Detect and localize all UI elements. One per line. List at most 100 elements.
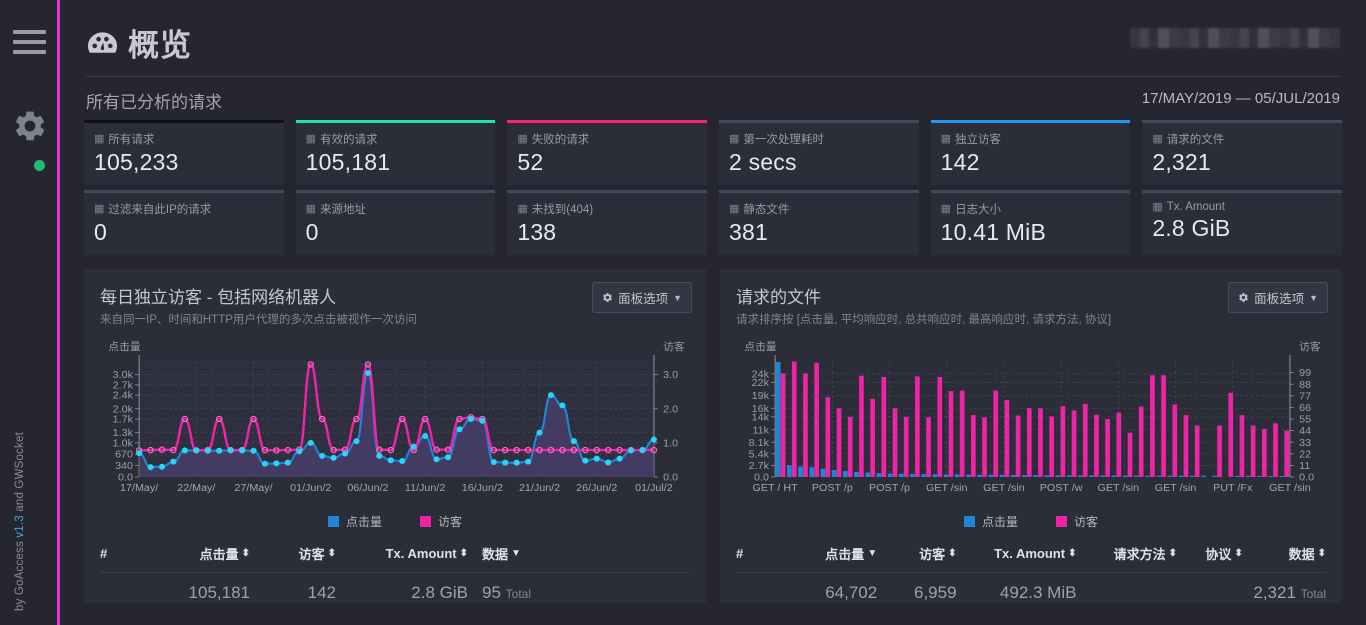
col-data[interactable]: 数据 ⬍ bbox=[1243, 544, 1326, 563]
cell-index bbox=[100, 583, 140, 603]
legend-item-hits: 点击量 bbox=[327, 513, 382, 530]
page-title-text: 概览 bbox=[128, 28, 192, 63]
table-row: 105,181 142 2.8 GiB 95 Total bbox=[100, 573, 690, 603]
stat-card-label: ▦ 第一次处理耗时 bbox=[729, 131, 909, 147]
gear-icon[interactable] bbox=[12, 108, 48, 144]
col-method[interactable]: 请求方法 ⬍ bbox=[1076, 544, 1177, 563]
stat-card-value: 0 bbox=[94, 219, 107, 246]
page-title: 概览 bbox=[86, 20, 192, 65]
svg-text:PUT /Fx: PUT /Fx bbox=[1213, 482, 1253, 494]
stat-card-value: 10.41 MiB bbox=[940, 219, 1047, 246]
col-tx-amount[interactable]: Tx. Amount ⬍ bbox=[336, 544, 468, 563]
sort-desc-icon: ▼ bbox=[867, 548, 878, 560]
svg-text:1.0k: 1.0k bbox=[113, 438, 134, 450]
overview-subheader: 所有已分析的请求 17/MAY/2019 — 05/JUL/2019 bbox=[60, 78, 1366, 120]
stat-card-label-text: 独立访客 bbox=[955, 134, 1002, 146]
chevron-down-icon: ▼ bbox=[673, 292, 682, 303]
col-tx-amount[interactable]: Tx. Amount ⬍ bbox=[957, 544, 1077, 563]
stat-card: ▦ 来源地址 0 bbox=[295, 190, 496, 256]
stat-card-value: 142 bbox=[940, 149, 980, 175]
bar-chart-icon: ▦ bbox=[517, 202, 528, 215]
dashboard-icon bbox=[87, 31, 118, 53]
cell-data: 95 Total bbox=[482, 583, 532, 603]
panel-options-button-left[interactable]: 面板选项 ▼ bbox=[592, 282, 692, 314]
svg-text:340: 340 bbox=[115, 460, 133, 472]
svg-text:POST /p: POST /p bbox=[812, 482, 853, 494]
credit-prefix: by GoAccess bbox=[14, 537, 26, 611]
svg-text:GET / HT: GET / HT bbox=[753, 482, 799, 494]
stat-card-value: 105,233 bbox=[94, 149, 179, 175]
panel-table-right: # 点击量 ▼ 访客 ⬍ Tx. Amount ⬍ 请求方法 ⬍ 协议 ⬍ 数据 ⬍ 64,… bbox=[736, 544, 1326, 603]
stat-card-label: ▦ 独立访客 bbox=[941, 131, 1121, 147]
svg-text:GET /sin: GET /sin bbox=[926, 482, 968, 494]
bar-chart-icon: ▦ bbox=[1152, 200, 1163, 213]
main-content: 概览 所有已分析的请求 17/MAY/2019 — 05/JUL/2019 ▦ 所… bbox=[60, 0, 1366, 625]
stat-card: ▦ 日志大小 10.41 MiB bbox=[930, 190, 1131, 256]
svg-text:01/Jun/2: 01/Jun/2 bbox=[290, 482, 331, 494]
overview-label: 所有已分析的请求 bbox=[86, 93, 222, 112]
stat-card-label-text: 请求的文件 bbox=[1166, 134, 1225, 146]
stat-card-value: 2,321 bbox=[1152, 149, 1211, 175]
sort-icon: ⬍ bbox=[327, 548, 336, 560]
svg-text:POST /p: POST /p bbox=[869, 482, 910, 494]
hamburger-bar bbox=[13, 40, 46, 44]
svg-text:26/Jun/2: 26/Jun/2 bbox=[576, 482, 617, 494]
svg-text:11/Jun/2: 11/Jun/2 bbox=[405, 482, 445, 494]
stat-cards: ▦ 所有请求 105,233 ▦ 有效的请求 105,181 ▦ 失败的请求 52 ▦ 第一次处理耗… bbox=[60, 120, 1366, 256]
svg-text:1.3k: 1.3k bbox=[113, 427, 134, 439]
col-hits[interactable]: 点击量 ⬍ bbox=[140, 544, 250, 563]
col-data[interactable]: 数据 ▼ bbox=[468, 544, 564, 563]
cell-visitors: 6,959 bbox=[913, 583, 957, 603]
table-header-row: # 点击量 ▼ 访客 ⬍ Tx. Amount ⬍ 请求方法 ⬍ 协议 ⬍ 数据 ⬍ bbox=[736, 544, 1326, 574]
svg-text:88: 88 bbox=[1299, 379, 1311, 391]
cell-tx-amount: 492.3 MiB bbox=[999, 583, 1077, 603]
sort-icon: ⬍ bbox=[1168, 548, 1178, 560]
col-index[interactable]: # bbox=[100, 544, 140, 563]
panel-options-label: 面板选项 bbox=[1254, 292, 1305, 307]
chart-legend-right: 点击量 访客 bbox=[720, 513, 1342, 530]
stat-card-label-text: 静态文件 bbox=[743, 204, 790, 217]
bar-chart-icon: ▦ bbox=[305, 132, 317, 145]
cell-method bbox=[1076, 583, 1177, 603]
svg-text:44: 44 bbox=[1299, 425, 1311, 437]
col-protocol[interactable]: 协议 ⬍ bbox=[1177, 544, 1242, 563]
stat-card-label-text: 失败的请求 bbox=[531, 134, 590, 146]
chart-legend-left: 点击量 访客 bbox=[84, 513, 706, 530]
svg-text:77: 77 bbox=[1299, 391, 1311, 403]
col-visitors[interactable]: 访客 ⬍ bbox=[877, 544, 956, 563]
legend-label-hits: 点击量 bbox=[981, 515, 1018, 530]
gear-icon bbox=[603, 293, 612, 303]
stat-card-label-text: 有效的请求 bbox=[320, 134, 378, 146]
panel-header: 请求的文件 请求排序按 [点击量, 平均响应时, 总共响应时, 最高响应时, 请… bbox=[720, 269, 1342, 333]
hamburger-bar bbox=[13, 50, 46, 54]
stat-card-value: 52 bbox=[517, 149, 544, 175]
bar-chart-icon: ▦ bbox=[305, 202, 317, 215]
col-index[interactable]: # bbox=[736, 544, 777, 563]
stat-card-label-text: 所有请求 bbox=[108, 134, 155, 146]
legend-label-hits: 点击量 bbox=[345, 515, 382, 530]
stat-card-label: ▦ 日志大小 bbox=[941, 201, 1121, 217]
col-visitors[interactable]: 访客 ⬍ bbox=[250, 544, 336, 563]
stat-card-label: ▦ 有效的请求 bbox=[306, 131, 486, 147]
cell-data: 2,321 Total bbox=[1253, 583, 1327, 603]
bar-chart-icon: ▦ bbox=[729, 132, 740, 145]
stat-card-label: ▦ 所有请求 bbox=[94, 131, 274, 147]
legend-swatch-hits bbox=[327, 516, 339, 528]
panel-requested-files: 请求的文件 请求排序按 [点击量, 平均响应时, 总共响应时, 最高响应时, 请… bbox=[720, 269, 1342, 604]
svg-text:GET /sin: GET /sin bbox=[983, 482, 1025, 494]
stat-card: ▦ 过滤来自此IP的请求 0 bbox=[84, 190, 284, 256]
svg-text:GET /sin: GET /sin bbox=[1269, 482, 1311, 494]
hamburger-icon[interactable] bbox=[13, 30, 46, 60]
col-hits[interactable]: 点击量 ▼ bbox=[777, 544, 878, 563]
sort-icon: ⬍ bbox=[948, 548, 957, 560]
stat-card: ▦ 独立访客 142 bbox=[930, 120, 1131, 186]
panel-subtitle: 请求排序按 [点击量, 平均响应时, 总共响应时, 最高响应时, 请求方法, 协… bbox=[736, 314, 1112, 327]
svg-text:1.7k: 1.7k bbox=[113, 414, 134, 426]
legend-swatch-visitors bbox=[1056, 516, 1067, 528]
chart-requested-files: 点击量 访客 0.0 2.7k 5.4k 8.1k 11k 14k 16k 19k 22k 24k 0.… bbox=[726, 339, 1336, 511]
svg-text:16/Jun/2: 16/Jun/2 bbox=[462, 482, 503, 494]
panel-options-button-right[interactable]: 面板选项 ▼ bbox=[1228, 282, 1328, 314]
sort-icon: ⬍ bbox=[1317, 548, 1327, 560]
date-range: 17/MAY/2019 — 05/JUL/2019 bbox=[1141, 90, 1340, 107]
sort-icon: ⬍ bbox=[1068, 548, 1077, 560]
